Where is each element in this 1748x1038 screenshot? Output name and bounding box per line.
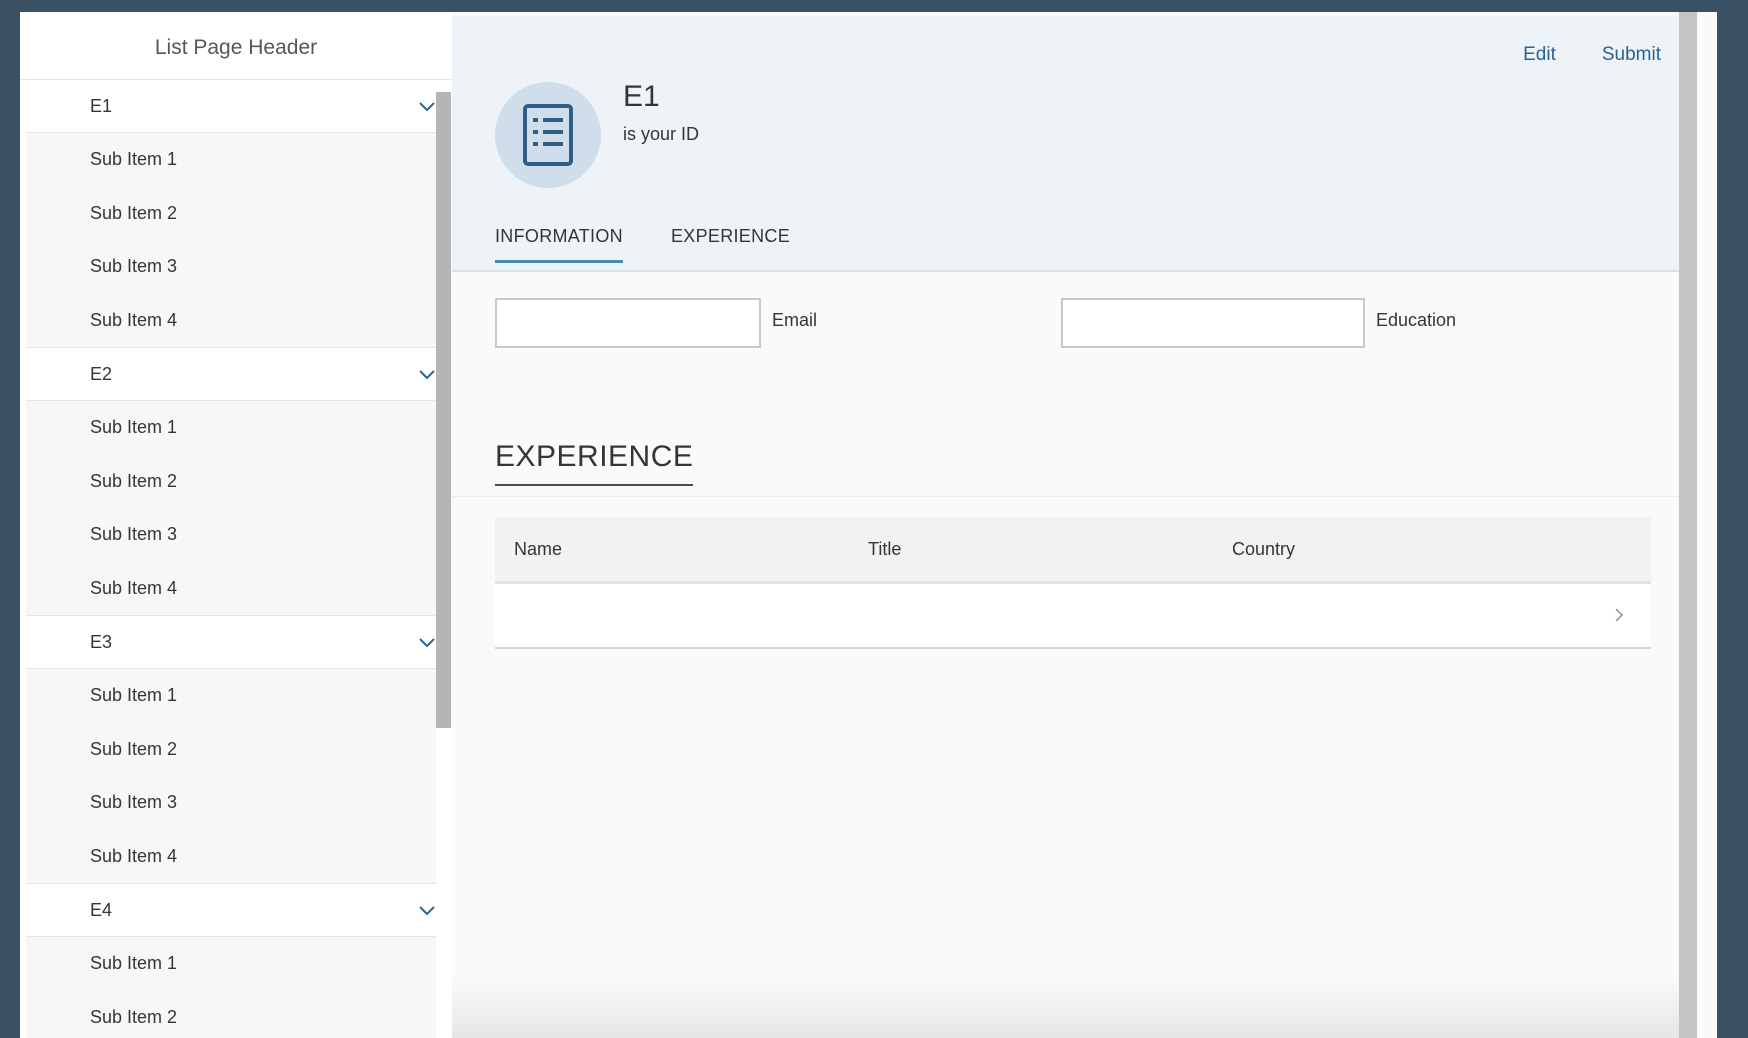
column-header-name[interactable]: Name [514, 539, 562, 560]
submit-button[interactable]: Submit [1602, 44, 1661, 66]
main-scrollbar[interactable] [1679, 12, 1697, 1038]
main-content: Edit Submit E1 is your ID INFORMATION EX… [452, 12, 1697, 1038]
app-window: List Page Header E1 Sub Item 1 Sub Item … [20, 12, 1717, 1038]
nav-sub-item[interactable]: Sub Item 1 [26, 401, 436, 455]
object-title: E1 [623, 80, 660, 113]
tab-experience[interactable]: EXPERIENCE [671, 226, 790, 263]
sub-list: Sub Item 1 Sub Item 2 Sub Item 3 Sub Ite… [26, 133, 436, 348]
sub-list: Sub Item 1 Sub Item 2 Sub Item 3 Sub Ite… [26, 669, 436, 884]
column-header-country[interactable]: Country [1232, 539, 1295, 560]
nav-sub-item[interactable]: Sub Item 3 [26, 240, 436, 294]
nav-sub-item[interactable]: Sub Item 3 [26, 508, 436, 562]
chevron-down-icon [419, 370, 435, 380]
nav-group-e4[interactable]: E4 [26, 884, 436, 937]
nav-sub-item[interactable]: Sub Item 1 [26, 669, 436, 723]
object-header: Edit Submit E1 is your ID INFORMATION EX… [452, 16, 1697, 272]
nav-sub-item[interactable]: Sub Item 4 [26, 294, 436, 348]
chevron-down-icon [419, 102, 435, 112]
column-header-title[interactable]: Title [868, 539, 901, 560]
chevron-down-icon [419, 906, 435, 916]
experience-table: Name Title Country [495, 517, 1651, 649]
nav-sub-item[interactable]: Sub Item 2 [26, 723, 436, 777]
nav-sub-item[interactable]: Sub Item 2 [26, 455, 436, 509]
document-list-icon [523, 104, 573, 166]
tab-bar: INFORMATION EXPERIENCE [495, 226, 790, 263]
education-input[interactable] [1061, 298, 1365, 348]
edit-button[interactable]: Edit [1523, 44, 1556, 66]
nav-group-label: E2 [90, 364, 113, 384]
nav-sub-item[interactable]: Sub Item 1 [26, 937, 436, 991]
table-header: Name Title Country [495, 517, 1651, 584]
table-row[interactable] [495, 584, 1651, 649]
sidebar-scrollbar-thumb[interactable] [436, 92, 451, 728]
nav-group-label: E3 [90, 632, 113, 652]
nav-sub-item[interactable]: Sub Item 2 [26, 187, 436, 241]
nav-sub-item[interactable]: Sub Item 3 [26, 776, 436, 830]
nav-group-e2[interactable]: E2 [26, 348, 436, 401]
bottom-fade [452, 978, 1697, 1038]
object-subtitle: is your ID [623, 124, 700, 144]
info-form: Email Education [495, 298, 1697, 352]
section-divider [452, 496, 1679, 497]
email-label: Email [772, 310, 818, 330]
nav-sub-item[interactable]: Sub Item 2 [26, 991, 436, 1038]
section-title-experience: EXPERIENCE [495, 440, 694, 486]
education-label: Education [1376, 310, 1457, 330]
sidebar-scrollbar[interactable] [436, 80, 452, 1038]
nav-sub-item[interactable]: Sub Item 1 [26, 133, 436, 187]
nav-sub-item[interactable]: Sub Item 4 [26, 562, 436, 616]
email-input[interactable] [495, 298, 761, 348]
nav-group-label: E1 [90, 96, 113, 116]
header-actions: Edit Submit [1523, 44, 1661, 66]
chevron-right-icon[interactable] [1613, 606, 1625, 624]
sidebar-header: List Page Header [20, 12, 452, 80]
nav-group-label: E4 [90, 900, 113, 920]
sidebar: List Page Header E1 Sub Item 1 Sub Item … [20, 12, 453, 1038]
nav-list: E1 Sub Item 1 Sub Item 2 Sub Item 3 Sub … [26, 80, 436, 1038]
tab-information[interactable]: INFORMATION [495, 226, 623, 263]
sub-list: Sub Item 1 Sub Item 2 [26, 937, 436, 1038]
nav-group-e3[interactable]: E3 [26, 616, 436, 669]
avatar [495, 82, 601, 188]
nav-sub-item[interactable]: Sub Item 4 [26, 830, 436, 884]
nav-group-e1[interactable]: E1 [26, 80, 436, 133]
sub-list: Sub Item 1 Sub Item 2 Sub Item 3 Sub Ite… [26, 401, 436, 616]
chevron-down-icon [419, 638, 435, 648]
